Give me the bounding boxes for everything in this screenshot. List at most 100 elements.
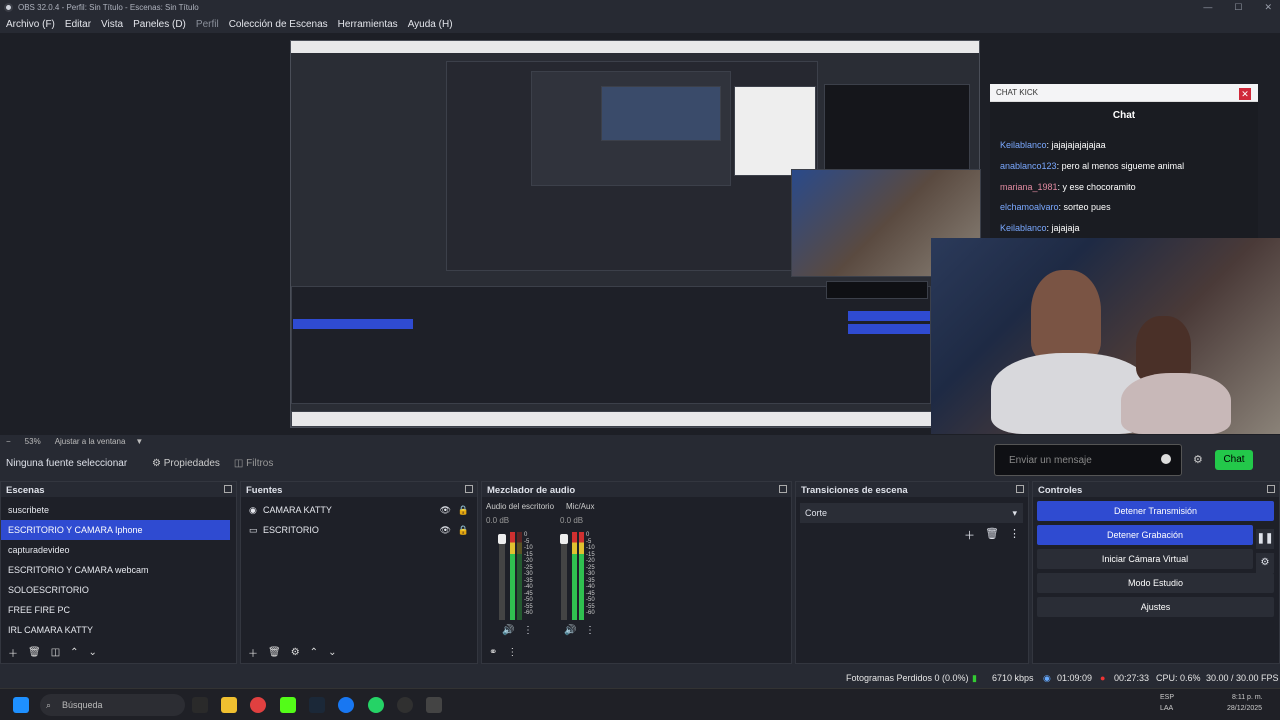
kebab-icon[interactable]: ⋮ bbox=[585, 625, 595, 636]
language-indicator-sub[interactable]: LAA bbox=[1160, 705, 1173, 712]
stop-stream-button[interactable]: Detener Transmisión bbox=[1037, 501, 1274, 521]
task-view-icon[interactable] bbox=[192, 697, 208, 713]
cpu-usage: CPU: 0.6% bbox=[1156, 673, 1201, 683]
stream-time: 01:09:09 bbox=[1057, 673, 1093, 683]
add-icon[interactable]: ＋ bbox=[8, 645, 18, 660]
menu-perfil[interactable]: Perfil bbox=[196, 19, 219, 30]
scene-item[interactable]: SOLOESCRITORIO bbox=[1, 580, 230, 600]
studio-mode-button[interactable]: Modo Estudio bbox=[1037, 573, 1274, 593]
scene-item[interactable]: FREE FIRE PC bbox=[1, 600, 230, 620]
scene-item[interactable]: ESCRITORIO Y CAMARA webcam bbox=[1, 560, 230, 580]
meter-tick: -10 bbox=[586, 545, 595, 551]
fps: 30.00 / 30.00 FPS bbox=[1206, 673, 1279, 683]
volume-slider[interactable] bbox=[560, 534, 568, 620]
source-item[interactable]: ◉ CAMARA KATTY 👁 🔒 bbox=[241, 500, 477, 520]
no-source-label: Ninguna fuente seleccionar bbox=[6, 457, 128, 469]
meter-tick: -50 bbox=[586, 597, 595, 603]
virtual-camera-button[interactable]: Iniciar Cámara Virtual bbox=[1037, 549, 1253, 569]
meter-tick: -10 bbox=[524, 545, 533, 551]
arrow-up-icon[interactable]: ⌃ bbox=[310, 647, 318, 658]
channel-db: 0.0 dB bbox=[560, 516, 584, 525]
transition-select[interactable]: Corte ▾ bbox=[800, 503, 1023, 523]
lock-icon[interactable]: 🔒 bbox=[458, 520, 469, 540]
eye-icon[interactable]: 👁 bbox=[440, 500, 451, 520]
scene-item-selected[interactable]: ESCRITORIO Y CAMARA Iphone bbox=[1, 520, 230, 540]
kebab-icon[interactable]: ⋮ bbox=[523, 625, 533, 636]
scene-item[interactable]: capturadevideo bbox=[1, 540, 230, 560]
gear-icon[interactable]: ⚙ bbox=[291, 647, 300, 658]
properties-button[interactable]: ⚙ Propiedades bbox=[152, 458, 220, 469]
facebook-icon[interactable] bbox=[338, 697, 354, 713]
menu-archivo[interactable]: Archivo (F) bbox=[6, 19, 55, 30]
maximize-icon[interactable]: ☐ bbox=[1234, 2, 1242, 13]
sources-dock: Fuentes ◉ CAMARA KATTY 👁 🔒 ▭ ESCRITORIO … bbox=[240, 481, 478, 664]
menu-paneles[interactable]: Paneles (D) bbox=[133, 19, 186, 30]
file-explorer-icon[interactable] bbox=[221, 697, 237, 713]
undock-icon[interactable] bbox=[779, 485, 787, 493]
menu-coleccion[interactable]: Colección de Escenas bbox=[229, 19, 328, 30]
steam-icon[interactable] bbox=[309, 697, 325, 713]
add-icon[interactable]: ＋ bbox=[248, 645, 258, 660]
chat-message: Keilablanco: jajajaja bbox=[1000, 223, 1080, 233]
trash-icon[interactable]: 🗑 bbox=[268, 647, 281, 658]
menu-ayuda[interactable]: Ayuda (H) bbox=[408, 19, 453, 30]
source-item[interactable]: ▭ ESCRITORIO 👁 🔒 bbox=[241, 520, 477, 540]
window-title: OBS 32.0.4 - Perfil: Sin Título - Escena… bbox=[18, 3, 199, 12]
menu-editar[interactable]: Editar bbox=[65, 19, 91, 30]
menu-vista[interactable]: Vista bbox=[101, 19, 123, 30]
stop-record-button[interactable]: Detener Grabación bbox=[1037, 525, 1253, 545]
clock-date[interactable]: 28/12/2025 bbox=[1227, 705, 1262, 712]
windows-start-icon[interactable] bbox=[13, 697, 29, 713]
arrow-down-icon[interactable]: ⌄ bbox=[89, 647, 97, 658]
settings-button[interactable]: Ajustes bbox=[1037, 597, 1274, 617]
kebab-icon[interactable]: ⋮ bbox=[1009, 527, 1020, 543]
speaker-icon[interactable]: 🔊 bbox=[564, 625, 576, 636]
undock-icon[interactable] bbox=[224, 485, 232, 493]
clock-time[interactable]: 8:11 p. m. bbox=[1232, 694, 1263, 701]
scene-item[interactable]: suscribete bbox=[1, 500, 230, 520]
chrome-icon[interactable] bbox=[250, 697, 266, 713]
pause-icon[interactable]: ❚❚ bbox=[1256, 529, 1274, 549]
app-icon[interactable] bbox=[426, 697, 442, 713]
undock-icon[interactable] bbox=[1016, 485, 1024, 493]
channel-db: 0.0 dB bbox=[486, 516, 510, 525]
speaker-icon[interactable]: 🔊 bbox=[502, 625, 514, 636]
filter-icon[interactable]: ◫ bbox=[51, 647, 60, 658]
scene-item[interactable]: IRL CAMARA KATTY bbox=[1, 620, 230, 640]
lock-icon[interactable]: 🔒 bbox=[458, 500, 469, 520]
kick-icon[interactable] bbox=[280, 697, 296, 713]
arrow-up-icon[interactable]: ⌃ bbox=[70, 647, 78, 658]
undock-icon[interactable] bbox=[1267, 485, 1275, 493]
chat-close-icon[interactable]: ✕ bbox=[1239, 88, 1251, 100]
gear-icon[interactable]: ⚙ bbox=[1256, 553, 1274, 573]
scenes-title: Escenas bbox=[6, 485, 45, 496]
mixer-title: Mezclador de audio bbox=[487, 485, 576, 496]
trash-icon[interactable]: 🗑 bbox=[985, 527, 999, 543]
add-icon[interactable]: ＋ bbox=[964, 527, 975, 543]
eye-icon[interactable]: 👁 bbox=[440, 520, 451, 540]
whatsapp-icon[interactable] bbox=[368, 697, 384, 713]
menu-herramientas[interactable]: Herramientas bbox=[338, 19, 398, 30]
scenes-dock: Escenas suscribete ESCRITORIO Y CAMARA I… bbox=[0, 481, 237, 664]
chevron-down-icon[interactable]: ▼ bbox=[135, 437, 143, 446]
mixer-footer: ⚭ ⋮ bbox=[482, 643, 791, 661]
arrow-down-icon[interactable]: ⌄ bbox=[328, 647, 336, 658]
undock-icon[interactable] bbox=[465, 485, 473, 493]
taskbar-search[interactable]: ⌕ Búsqueda bbox=[40, 694, 185, 716]
filters-button[interactable]: ◫ Filtros bbox=[234, 458, 273, 469]
minimize-icon[interactable]: — bbox=[1203, 2, 1212, 13]
volume-slider[interactable] bbox=[498, 534, 506, 620]
kebab-icon[interactable]: ⋮ bbox=[507, 647, 517, 658]
fit-to-window[interactable]: Ajustar a la ventana bbox=[55, 437, 126, 446]
close-icon[interactable]: ✕ bbox=[1264, 2, 1272, 13]
signal-icon: ▮ bbox=[972, 673, 977, 683]
language-indicator[interactable]: ESP bbox=[1160, 694, 1174, 701]
search-icon: ⌕ bbox=[46, 700, 52, 710]
obs-icon[interactable] bbox=[397, 697, 413, 713]
chat-panel: Chat Keilablanco: jajajajajajajaa anabla… bbox=[990, 102, 1258, 238]
meter-tick: -40 bbox=[586, 584, 595, 590]
link-icon[interactable]: ⚭ bbox=[489, 647, 497, 658]
zoom-out-icon[interactable]: − bbox=[6, 437, 11, 446]
trash-icon[interactable]: 🗑 bbox=[28, 647, 41, 658]
zoom-level[interactable]: 53% bbox=[25, 437, 41, 446]
